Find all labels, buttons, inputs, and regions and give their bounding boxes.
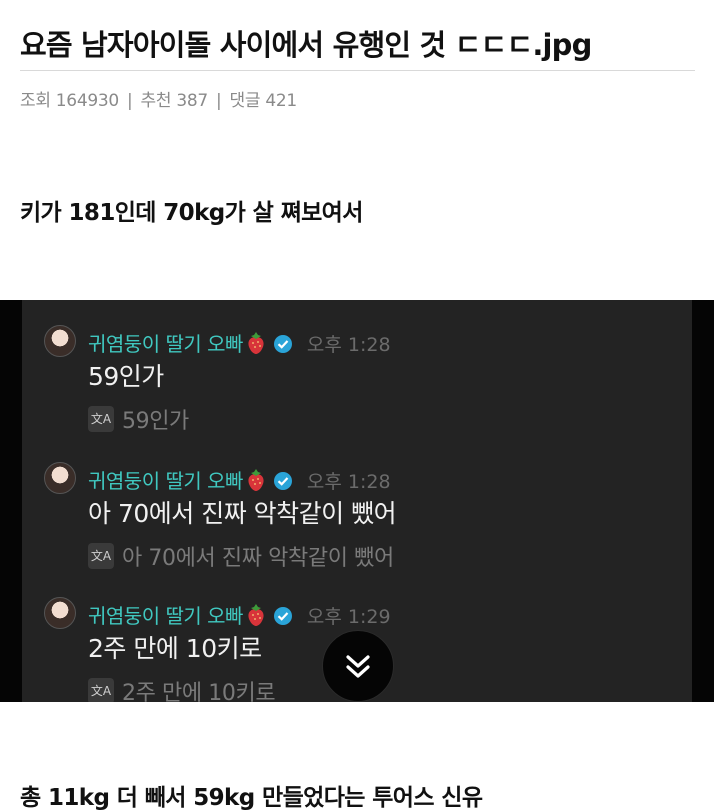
scroll-to-bottom-button[interactable] [322,630,394,702]
strawberry-emoji-icon [248,469,264,491]
message-time: 오후 1:29 [306,606,391,628]
post-paragraph: 키가 181인데 70kg가 살 쪄보여서 [20,200,363,226]
message-header: 귀염둥이 딸기 오빠 오후 1:28 [88,465,391,494]
verified-badge-icon [273,607,292,625]
message-time: 오후 1:28 [306,471,391,493]
post-meta: 조회 164930 | 추천 387 | 댓글 421 [20,86,297,111]
embedded-chat-screenshot: 귀염둥이 딸기 오빠 오후 1:28 59인가 文A 59인가 귀염둥이 딸기 오빠… [0,300,714,702]
title-divider [20,70,695,71]
avatar-icon [44,325,76,357]
sender-name: 귀염둥이 딸기 오빠 [88,469,243,493]
double-chevron-down-icon [346,655,370,678]
sender-name: 귀염둥이 딸기 오빠 [88,604,243,628]
translation-text: 59인가 [122,409,189,434]
translate-icon[interactable]: 文A [88,406,114,432]
translation-row[interactable]: 文A 59인가 [88,403,189,435]
screenshot-border [692,300,714,702]
translation-text: 2주 만에 10키로 [122,681,276,702]
verified-badge-icon [273,335,292,353]
message-time: 오후 1:28 [306,334,391,356]
translation-text: 아 70에서 진짜 악착같이 뺐어 [122,546,394,571]
meta-separator: | [216,91,222,111]
comment-count[interactable]: 댓글 421 [230,91,298,111]
recommend-count[interactable]: 추천 387 [141,91,209,111]
message-header: 귀염둥이 딸기 오빠 오후 1:28 [88,328,391,357]
translation-row[interactable]: 文A 아 70에서 진짜 악착같이 뺐어 [88,540,394,572]
avatar-icon [44,597,76,629]
meta-separator: | [127,91,133,111]
strawberry-emoji-icon [248,332,264,354]
message-header: 귀염둥이 딸기 오빠 오후 1:29 [88,600,391,629]
message-text: 아 70에서 진짜 악착같이 뺐어 [88,499,397,528]
translate-icon[interactable]: 文A [88,543,114,569]
verified-badge-icon [273,472,292,490]
post-title: 요즘 남자아이돌 사이에서 유행인 것 ㄷㄷㄷ.jpg [20,28,592,62]
screenshot-border [0,300,22,702]
translate-icon[interactable]: 文A [88,678,114,702]
view-count: 조회 164930 [20,91,119,111]
message-text: 59인가 [88,362,164,391]
strawberry-emoji-icon [248,604,264,626]
sender-name: 귀염둥이 딸기 오빠 [88,332,243,356]
translation-row[interactable]: 文A 2주 만에 10키로 [88,675,276,702]
avatar-icon [44,462,76,494]
post-paragraph: 총 11kg 더 빼서 59kg 만들었다는 투어스 신유 [20,785,483,811]
message-text: 2주 만에 10키로 [88,634,262,663]
